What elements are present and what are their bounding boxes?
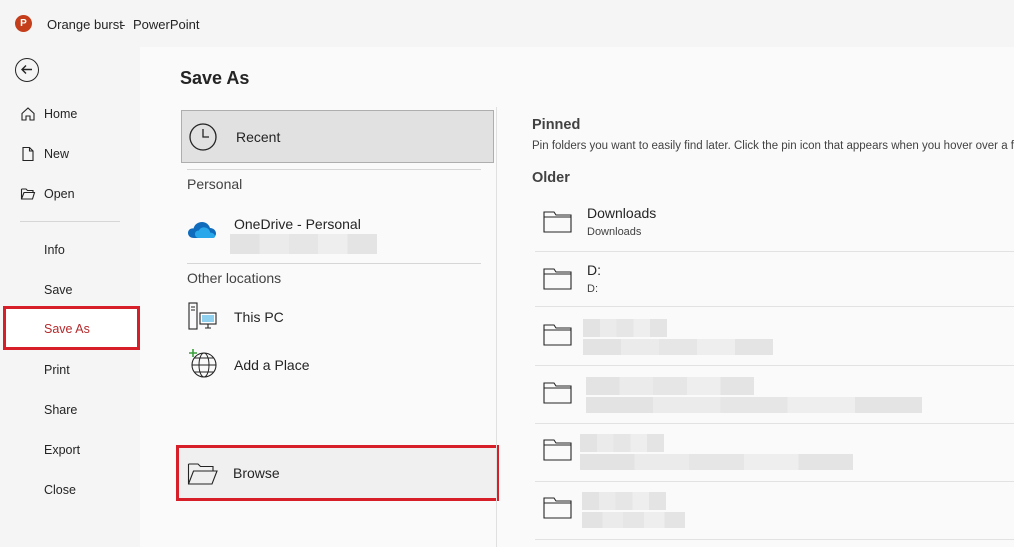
pinned-heading: Pinned	[532, 117, 581, 133]
nav-open-label: Open	[44, 187, 75, 201]
nav-open[interactable]: Open	[0, 176, 140, 212]
folder-icon	[543, 497, 572, 519]
nav-export[interactable]: Export	[0, 432, 140, 468]
nav-save-label: Save	[44, 283, 73, 297]
nav-save-as-label: Save As	[44, 322, 90, 336]
this-pc-icon	[188, 302, 217, 330]
location-onedrive[interactable]: OneDrive - Personal	[181, 206, 494, 256]
folder-icon	[543, 439, 572, 461]
nav-divider	[20, 221, 120, 222]
add-place-globe-icon	[189, 349, 217, 378]
title-separator: -	[121, 17, 126, 32]
older-heading: Older	[532, 170, 570, 186]
row-divider	[535, 365, 1014, 366]
folder-row-d-drive[interactable]: D: D:	[535, 253, 1014, 309]
other-locations-header: Other locations	[187, 270, 282, 286]
location-onedrive-label: OneDrive - Personal	[234, 216, 361, 232]
folder-icon	[543, 211, 572, 233]
document-title: Orange burst	[47, 17, 123, 32]
nav-close[interactable]: Close	[0, 472, 140, 508]
redacted-folder-name	[580, 434, 664, 452]
location-browse-label: Browse	[233, 465, 280, 481]
redacted-folder-name	[586, 377, 754, 395]
nav-print-label: Print	[44, 363, 70, 377]
nav-save-as[interactable]: Save As	[3, 306, 140, 350]
location-this-pc-label: This PC	[234, 309, 284, 325]
folder-path: Downloads	[587, 226, 642, 238]
backstage-nav: Home New Open Info Save Save As Print Sh…	[0, 47, 140, 547]
location-add-place-label: Add a Place	[234, 357, 310, 373]
location-recent-label: Recent	[236, 129, 281, 145]
folder-row-redacted[interactable]	[535, 309, 1014, 365]
nav-new[interactable]: New	[0, 136, 140, 172]
location-divider	[187, 263, 481, 264]
panel-divider	[496, 107, 497, 547]
nav-close-label: Close	[44, 483, 76, 497]
onedrive-cloud-icon	[188, 222, 216, 238]
folder-icon	[543, 324, 572, 346]
nav-share-label: Share	[44, 403, 78, 417]
title-bar: P Orange burst - PowerPoint	[0, 0, 1014, 47]
nav-save[interactable]: Save	[0, 272, 140, 308]
redacted-folder-path	[583, 339, 773, 355]
location-recent[interactable]: Recent	[181, 110, 494, 163]
page-title: Save As	[180, 68, 250, 88]
save-as-page: Save As Recent Personal OneDrive - Perso…	[140, 47, 1014, 547]
row-divider	[535, 306, 1014, 307]
nav-home-label: Home	[44, 107, 78, 121]
pinned-description: Pin folders you want to easily find late…	[532, 140, 1014, 152]
folder-name: Downloads	[587, 205, 657, 221]
nav-info-label: Info	[44, 243, 65, 257]
powerpoint-logo-icon: P	[15, 15, 32, 32]
row-divider	[535, 539, 1014, 540]
redacted-folder-path	[582, 512, 685, 528]
folder-row-redacted[interactable]	[535, 424, 1014, 480]
location-divider	[187, 169, 481, 170]
location-add-place[interactable]: Add a Place	[181, 343, 494, 387]
locations-panel: Recent Personal OneDrive - Personal Othe…	[176, 107, 499, 547]
back-button[interactable]	[15, 58, 39, 82]
redacted-folder-path	[580, 454, 853, 470]
clock-icon	[189, 123, 217, 151]
nav-print[interactable]: Print	[0, 352, 140, 388]
row-divider	[535, 251, 1014, 252]
nav-share[interactable]: Share	[0, 392, 140, 428]
folders-pane: Pinned Pin folders you want to easily fi…	[532, 107, 1014, 547]
folder-icon	[543, 382, 572, 404]
folder-row-downloads[interactable]: Downloads Downloads	[535, 196, 1014, 252]
open-folder-icon	[20, 188, 36, 200]
nav-info[interactable]: Info	[0, 232, 140, 268]
folder-row-redacted[interactable]	[535, 482, 1014, 538]
home-icon	[21, 107, 35, 121]
nav-home[interactable]: Home	[0, 96, 140, 132]
redacted-folder-name	[583, 319, 667, 337]
folder-name: D:	[587, 262, 601, 278]
folder-path: D:	[587, 283, 598, 295]
redacted-folder-path	[586, 397, 922, 413]
folder-row-redacted[interactable]	[535, 367, 1014, 423]
back-arrow-icon	[21, 65, 32, 74]
folder-icon	[543, 268, 572, 290]
nav-export-label: Export	[44, 443, 81, 457]
nav-new-label: New	[44, 147, 70, 161]
redacted-folder-name	[582, 492, 666, 510]
new-doc-icon	[22, 146, 34, 162]
browse-folder-icon	[187, 463, 218, 485]
personal-header: Personal	[187, 176, 243, 192]
app-name: PowerPoint	[133, 17, 200, 32]
location-this-pc[interactable]: This PC	[181, 295, 494, 339]
redacted-account-email	[230, 234, 377, 254]
location-browse[interactable]: Browse	[176, 445, 499, 501]
